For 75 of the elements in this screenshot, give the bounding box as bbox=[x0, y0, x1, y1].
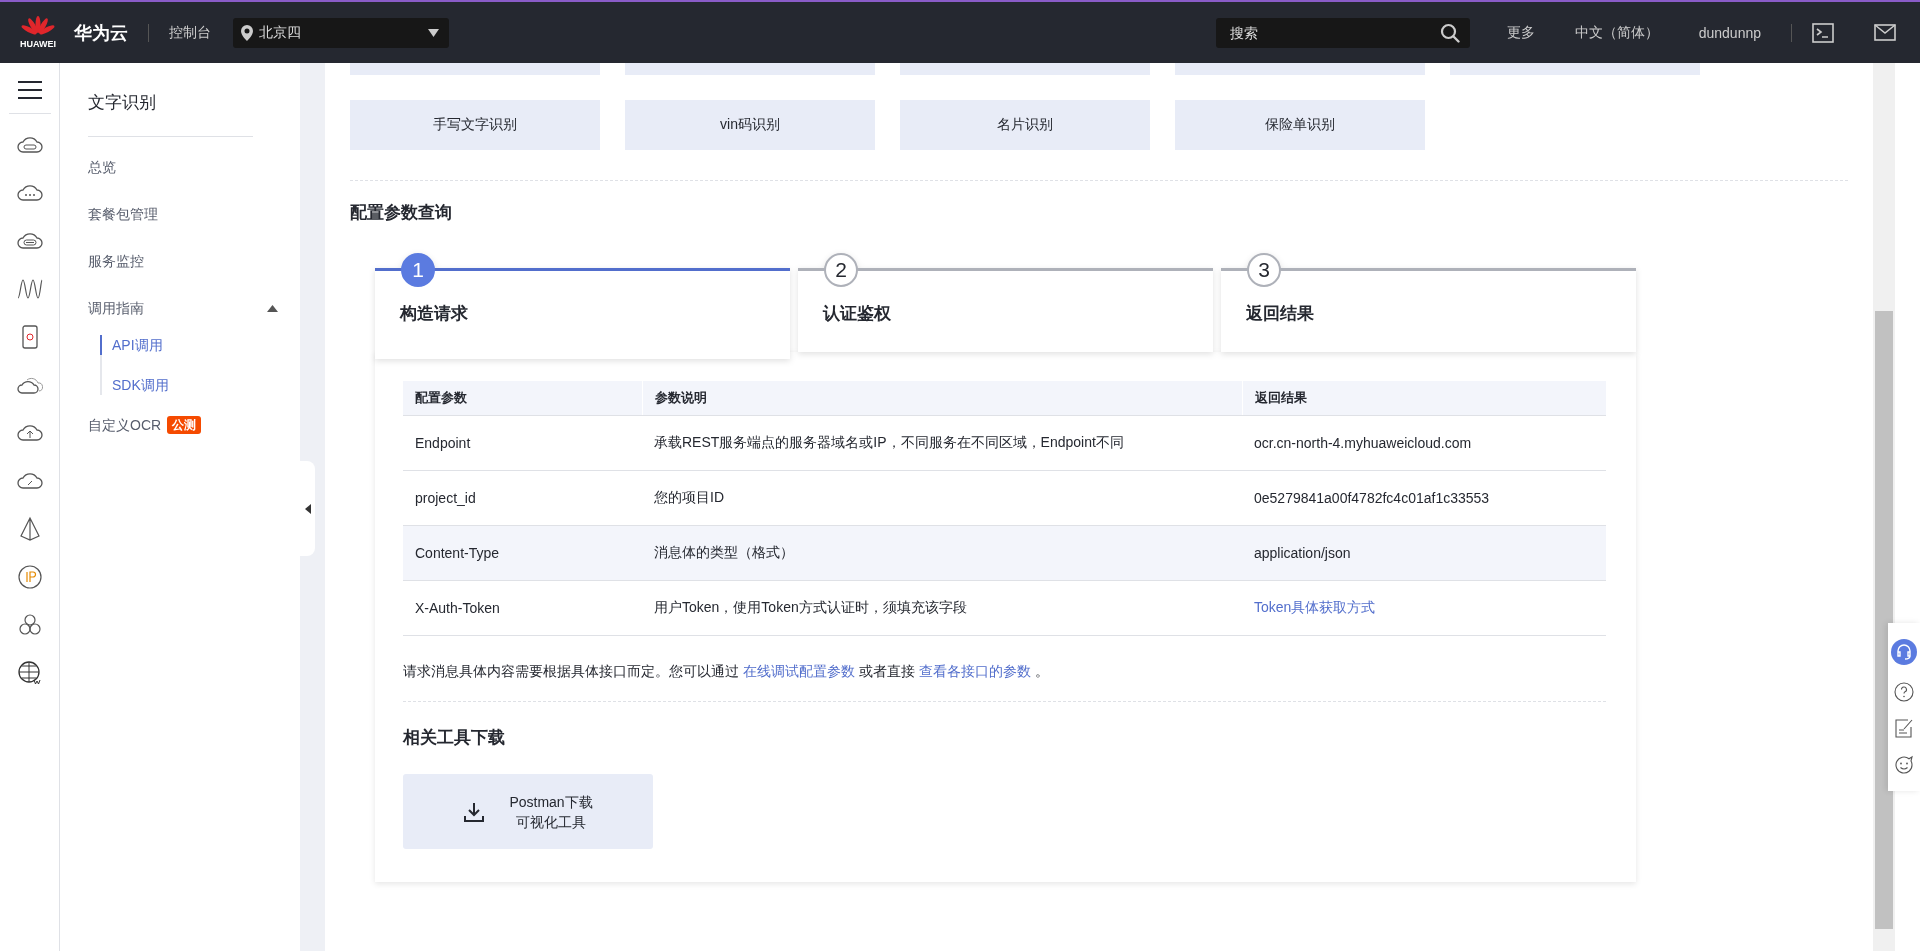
logo-text: HUAWEI bbox=[20, 39, 56, 49]
download-button[interactable]: Postman下载 可视化工具 bbox=[403, 774, 653, 849]
ip-icon[interactable] bbox=[16, 564, 43, 590]
brand-name[interactable]: 华为云 bbox=[74, 20, 128, 45]
download-icon bbox=[463, 800, 486, 823]
link[interactable]: Token具体获取方式 bbox=[1254, 599, 1376, 617]
table-cell: X-Auth-Token bbox=[415, 600, 500, 616]
mail-icon[interactable] bbox=[1874, 24, 1896, 41]
column-header: 配置参数 bbox=[414, 389, 468, 407]
smiley-icon[interactable] bbox=[1894, 754, 1914, 775]
caret-icon[interactable] bbox=[267, 304, 278, 312]
sidebar-item[interactable]: 服务监控 bbox=[88, 251, 144, 271]
table-cell: Endpoint bbox=[415, 435, 471, 451]
service-tile[interactable] bbox=[1175, 63, 1425, 75]
table-cell: 您的项目ID bbox=[654, 489, 724, 507]
location-pin-icon bbox=[241, 24, 253, 41]
table-cell: 承载REST服务端点的服务器域名或IP，不同服务在不同区域，Endpoint不同 bbox=[654, 434, 1124, 452]
step-label: 认证鉴权 bbox=[823, 303, 891, 325]
search-icon bbox=[1439, 22, 1460, 43]
service-tile[interactable]: 名片识别 bbox=[900, 100, 1150, 150]
column-header: 参数说明 bbox=[642, 381, 1242, 415]
scrollbar-thumb[interactable] bbox=[1875, 311, 1893, 929]
step-label: 返回结果 bbox=[1246, 303, 1314, 325]
beta-badge: 公测 bbox=[167, 416, 202, 434]
note-text: 或者直接 bbox=[859, 663, 915, 679]
caret-icon bbox=[304, 503, 311, 514]
more-menu[interactable]: 更多 bbox=[1506, 23, 1535, 42]
sidebar-subitem[interactable]: SDK调用 bbox=[100, 375, 300, 395]
step-number: 2 bbox=[824, 253, 858, 287]
sidebar-item[interactable]: 总览 bbox=[88, 157, 116, 177]
feedback-icon[interactable] bbox=[1894, 718, 1914, 739]
help-icon[interactable] bbox=[1894, 681, 1914, 702]
link[interactable]: 查看各接口的参数 bbox=[919, 663, 1031, 679]
service-tile[interactable] bbox=[625, 63, 875, 75]
service-tile[interactable]: 保险单识别 bbox=[1175, 100, 1425, 150]
step-label: 构造请求 bbox=[400, 303, 468, 325]
service-tile[interactable] bbox=[900, 63, 1150, 75]
scrollbar[interactable] bbox=[1873, 63, 1895, 951]
table-cell: ocr.cn-north-4.myhuaweicloud.com bbox=[1254, 435, 1472, 451]
column-header: 返回结果 bbox=[1242, 381, 1606, 415]
sidebar-item[interactable]: 自定义OCR bbox=[88, 415, 162, 435]
language-menu[interactable]: 中文（简体） bbox=[1574, 23, 1659, 42]
sidebar-item[interactable]: 套餐包管理 bbox=[88, 204, 158, 224]
service-title: 文字识别 bbox=[88, 92, 157, 114]
search-input[interactable]: 搜索 bbox=[1227, 23, 1440, 42]
note-text: 。 bbox=[1035, 663, 1049, 679]
service-tile[interactable] bbox=[1450, 63, 1700, 75]
section-title: 相关工具下载 bbox=[403, 727, 506, 749]
caret-icon bbox=[428, 28, 439, 37]
table-cell: 消息体的类型（格式） bbox=[654, 544, 794, 562]
table-cell: project_id bbox=[415, 490, 476, 506]
globe-icon[interactable] bbox=[16, 660, 43, 686]
step-number: 1 bbox=[401, 253, 435, 287]
table-cell: application/json bbox=[1254, 545, 1351, 561]
step-card[interactable]: 1 构造请求 bbox=[375, 253, 790, 359]
note-text: 请求消息具体内容需要根据具体接口而定。您可以通过 bbox=[403, 663, 739, 679]
section-title: 配置参数查询 bbox=[350, 202, 453, 224]
user-menu[interactable]: dundunnp bbox=[1698, 24, 1761, 41]
region-select[interactable]: 北京四 bbox=[233, 17, 449, 48]
service-tile[interactable] bbox=[350, 63, 600, 75]
service-tile[interactable]: vin码识别 bbox=[625, 100, 875, 150]
table-cell: Content-Type bbox=[415, 545, 500, 561]
menu-icon[interactable] bbox=[17, 80, 42, 100]
hexagons-icon[interactable] bbox=[16, 612, 43, 638]
service-tile[interactable]: 手写文字识别 bbox=[350, 100, 600, 150]
collapse-handle[interactable] bbox=[300, 461, 315, 556]
step-number: 3 bbox=[1247, 253, 1281, 287]
terminal-icon[interactable] bbox=[1812, 22, 1834, 43]
link[interactable]: 在线调试配置参数 bbox=[743, 663, 855, 679]
table-cell: 用户Token，使用Token方式认证时，须填充该字段 bbox=[654, 599, 967, 617]
console-link[interactable]: 控制台 bbox=[169, 23, 211, 42]
sidebar-item[interactable]: 调用指南 bbox=[88, 298, 144, 318]
headset-icon[interactable] bbox=[1891, 639, 1917, 666]
table-cell: 0e5279841a00f4782fc4c01af1c33553 bbox=[1254, 490, 1490, 506]
search-bar[interactable]: 搜索 bbox=[1215, 17, 1470, 48]
